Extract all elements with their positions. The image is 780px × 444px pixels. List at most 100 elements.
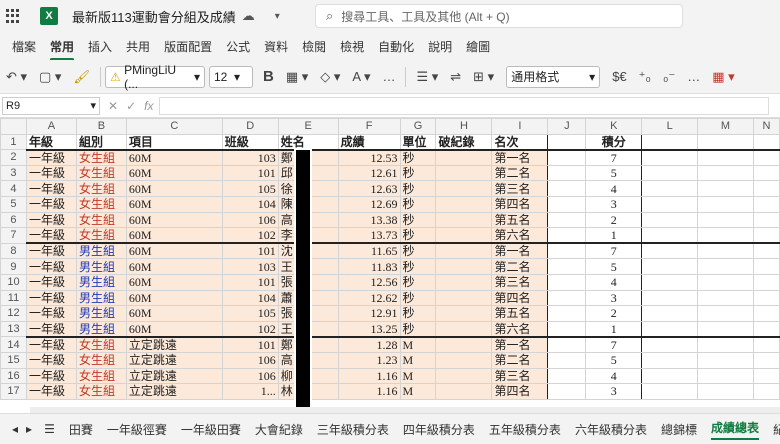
cell[interactable] bbox=[547, 149, 587, 166]
cell[interactable] bbox=[547, 320, 587, 338]
cell[interactable] bbox=[641, 258, 699, 275]
cell[interactable]: 第二名 bbox=[491, 351, 549, 369]
cell[interactable] bbox=[697, 211, 754, 229]
cell[interactable] bbox=[697, 242, 754, 260]
cell[interactable] bbox=[641, 320, 699, 338]
cell[interactable]: 男生組 bbox=[75, 320, 127, 338]
currency-icon[interactable]: $€ bbox=[612, 69, 626, 84]
cell[interactable] bbox=[752, 273, 780, 291]
cell[interactable] bbox=[435, 336, 493, 353]
cell[interactable]: 7 bbox=[585, 336, 643, 353]
cell[interactable]: 13.25 bbox=[337, 320, 401, 338]
cell[interactable]: 一年級 bbox=[25, 320, 77, 338]
cell[interactable]: 秒 bbox=[399, 242, 437, 260]
header-cell[interactable]: 成績 bbox=[337, 133, 401, 151]
cell[interactable]: 一年級 bbox=[25, 180, 77, 197]
align-icon[interactable]: ☰ ▾ bbox=[416, 69, 438, 85]
cell[interactable]: 102 bbox=[221, 320, 279, 338]
column-header[interactable]: C bbox=[125, 118, 223, 135]
cell[interactable] bbox=[547, 336, 587, 353]
cell[interactable] bbox=[547, 180, 587, 197]
cell[interactable] bbox=[752, 383, 780, 400]
cell[interactable]: 105 bbox=[221, 305, 279, 322]
cell[interactable]: 女生組 bbox=[75, 383, 127, 400]
header-cell[interactable]: 班級 bbox=[221, 133, 279, 151]
file-name[interactable]: 最新版113運動會分組及成績 bbox=[72, 7, 236, 26]
row-header[interactable]: 6 bbox=[0, 211, 27, 229]
cell[interactable] bbox=[435, 211, 493, 229]
header-cell[interactable]: 項目 bbox=[125, 133, 223, 151]
header-cell[interactable] bbox=[547, 133, 587, 151]
cell[interactable]: 第三名 bbox=[491, 367, 549, 385]
cell[interactable] bbox=[547, 289, 587, 307]
menu-item[interactable]: 檢閱 bbox=[302, 38, 326, 55]
cell[interactable]: 104 bbox=[221, 195, 279, 213]
header-cell[interactable]: 年級 bbox=[25, 133, 77, 151]
cell[interactable]: 第四名 bbox=[491, 289, 549, 307]
row-header[interactable]: 15 bbox=[0, 351, 27, 369]
cell[interactable] bbox=[435, 320, 493, 338]
cell[interactable]: 女生組 bbox=[75, 227, 127, 245]
cell[interactable]: 13.73 bbox=[337, 227, 401, 245]
sheet-tab[interactable]: 三年級積分表 bbox=[317, 421, 389, 438]
select-all-corner[interactable] bbox=[0, 118, 27, 135]
cell[interactable] bbox=[641, 273, 699, 291]
cell[interactable] bbox=[547, 305, 587, 322]
cell[interactable]: 7 bbox=[585, 242, 643, 260]
cell[interactable] bbox=[435, 164, 493, 182]
cell[interactable] bbox=[641, 289, 699, 307]
cell[interactable] bbox=[697, 383, 754, 400]
header-cell[interactable]: 組別 bbox=[75, 133, 127, 151]
cell[interactable] bbox=[435, 289, 493, 307]
cell[interactable]: 一年級 bbox=[25, 258, 77, 275]
cell[interactable]: 一年級 bbox=[25, 149, 77, 166]
cell[interactable]: 12.56 bbox=[337, 273, 401, 291]
cancel-icon[interactable]: ✕ bbox=[108, 99, 118, 113]
cell[interactable] bbox=[641, 305, 699, 322]
sheet-tab[interactable]: 總錦標 bbox=[661, 421, 697, 438]
column-header[interactable]: B bbox=[75, 118, 127, 135]
cell[interactable]: 3 bbox=[585, 195, 643, 213]
cell[interactable]: 一年級 bbox=[25, 227, 77, 245]
menu-item[interactable]: 資料 bbox=[264, 38, 288, 55]
cell[interactable]: M bbox=[399, 351, 437, 369]
cell[interactable] bbox=[752, 211, 780, 229]
more-icon[interactable]: … bbox=[382, 69, 395, 84]
menu-item[interactable]: 版面配置 bbox=[164, 38, 212, 55]
row-header[interactable]: 1 bbox=[0, 133, 27, 151]
cell[interactable] bbox=[435, 367, 493, 385]
cell[interactable] bbox=[547, 367, 587, 385]
cell[interactable]: 4 bbox=[585, 273, 643, 291]
cell[interactable]: 秒 bbox=[399, 305, 437, 322]
cell[interactable] bbox=[547, 211, 587, 229]
row-header[interactable]: 8 bbox=[0, 242, 27, 260]
cell[interactable] bbox=[697, 273, 754, 291]
cell[interactable]: 105 bbox=[221, 180, 279, 197]
cell[interactable]: 60M bbox=[125, 211, 223, 229]
cell[interactable] bbox=[547, 383, 587, 400]
cell[interactable] bbox=[435, 305, 493, 322]
cell[interactable] bbox=[752, 195, 780, 213]
sheet-tab[interactable]: 田賽 bbox=[69, 421, 93, 438]
cell[interactable]: 1.23 bbox=[337, 351, 401, 369]
cell[interactable] bbox=[641, 211, 699, 229]
cell[interactable] bbox=[641, 133, 699, 151]
cell[interactable]: 一年級 bbox=[25, 242, 77, 260]
app-launcher-icon[interactable] bbox=[6, 9, 20, 23]
cell[interactable] bbox=[435, 273, 493, 291]
cell[interactable] bbox=[641, 336, 699, 353]
menu-item[interactable]: 說明 bbox=[428, 38, 452, 55]
row-header[interactable]: 5 bbox=[0, 195, 27, 213]
cell[interactable] bbox=[641, 164, 699, 182]
cell[interactable]: 女生組 bbox=[75, 211, 127, 229]
cell[interactable]: 男生組 bbox=[75, 305, 127, 322]
cell[interactable]: 106 bbox=[221, 211, 279, 229]
cell[interactable] bbox=[547, 195, 587, 213]
merge-icon[interactable]: ⊞ ▾ bbox=[473, 69, 494, 85]
cell[interactable] bbox=[547, 164, 587, 182]
cell[interactable] bbox=[697, 227, 754, 245]
cell[interactable]: 101 bbox=[221, 242, 279, 260]
cell[interactable]: 1.16 bbox=[337, 383, 401, 400]
cell[interactable] bbox=[752, 289, 780, 307]
cell[interactable]: 1 bbox=[585, 227, 643, 245]
